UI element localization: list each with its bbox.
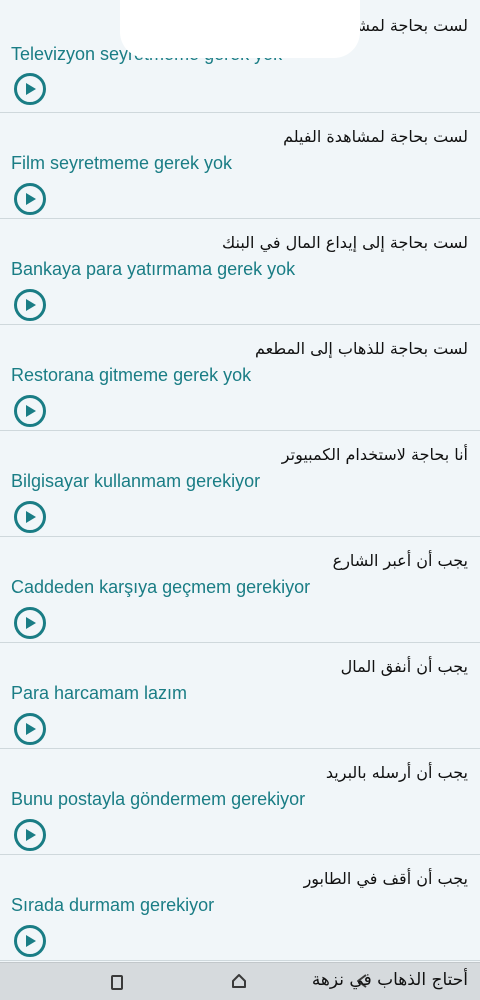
play-icon	[26, 723, 36, 735]
app-screen: لست بحاجة لمشاهدة التلفاز Televizyon sey…	[0, 0, 480, 1000]
play-icon	[26, 935, 36, 947]
play-audio-button[interactable]	[14, 501, 46, 533]
recent-apps-icon[interactable]	[111, 975, 123, 990]
home-icon[interactable]	[231, 973, 247, 989]
phrase-item: أنا بحاجة لاستخدام الكمبيوتر Bilgisayar …	[0, 431, 480, 537]
turkish-phrase: Film seyretmeme gerek yok	[11, 153, 233, 173]
play-icon	[26, 193, 36, 205]
phrase-item: لست بحاجة لمشاهدة الفيلم Film seyretmeme…	[0, 113, 480, 219]
arabic-phrase: يجب أن أنفق المال	[340, 657, 468, 676]
arabic-phrase: لست بحاجة للذهاب إلى المطعم	[255, 339, 468, 358]
phrase-scroll-area[interactable]: لست بحاجة لمشاهدة التلفاز Televizyon sey…	[0, 0, 480, 962]
arabic-phrase: يجب أن أقف في الطابور	[303, 869, 468, 888]
turkish-phrase: Bankaya para yatırmama gerek yok	[11, 259, 296, 279]
arabic-phrase: يجب أن أرسله بالبريد	[325, 763, 468, 782]
play-audio-button[interactable]	[14, 73, 46, 105]
arabic-phrase: أنا بحاجة لاستخدام الكمبيوتر	[281, 445, 468, 464]
current-phrase-title: أحتاج الذهاب في نزهة	[311, 970, 468, 990]
phrase-item: يجب أن أعبر الشارع Caddeden karşıya geçm…	[0, 537, 480, 643]
system-navigation-bar: أحتاج الذهاب في نزهة	[0, 962, 480, 1000]
phrase-item: لست بحاجة إلى إيداع المال في البنك Banka…	[0, 219, 480, 325]
phrase-item: يجب أن أنفق المال Para harcamam lazım	[0, 643, 480, 749]
play-audio-button[interactable]	[14, 607, 46, 639]
turkish-phrase: Bunu postayla göndermem gerekiyor	[11, 789, 306, 809]
play-audio-button[interactable]	[14, 183, 46, 215]
play-audio-button[interactable]	[14, 925, 46, 957]
play-icon	[26, 617, 36, 629]
arabic-phrase: يجب أن أعبر الشارع	[332, 551, 468, 570]
play-audio-button[interactable]	[14, 289, 46, 321]
play-audio-button[interactable]	[14, 713, 46, 745]
phrase-item: لست بحاجة للذهاب إلى المطعم Restorana gi…	[0, 325, 480, 431]
play-icon	[26, 299, 36, 311]
status-bar-cutout	[120, 0, 360, 58]
arabic-phrase: لست بحاجة لمشاهدة الفيلم	[283, 127, 468, 146]
play-audio-button[interactable]	[14, 819, 46, 851]
play-icon	[26, 83, 36, 95]
play-icon	[26, 511, 36, 523]
play-icon	[26, 405, 36, 417]
play-icon	[26, 829, 36, 841]
play-audio-button[interactable]	[14, 395, 46, 427]
phrase-list: لست بحاجة لمشاهدة التلفاز Televizyon sey…	[0, 0, 480, 961]
turkish-phrase: Sırada durmam gerekiyor	[11, 895, 215, 915]
turkish-phrase: Bilgisayar kullanmam gerekiyor	[11, 471, 261, 491]
phrase-item: يجب أن أقف في الطابور Sırada durmam gere…	[0, 855, 480, 961]
turkish-phrase: Caddeden karşıya geçmem gerekiyor	[11, 577, 311, 597]
turkish-phrase: Para harcamam lazım	[11, 683, 188, 703]
turkish-phrase: Restorana gitmeme gerek yok	[11, 365, 252, 385]
arabic-phrase: لست بحاجة إلى إيداع المال في البنك	[222, 233, 468, 252]
phrase-item: يجب أن أرسله بالبريد Bunu postayla gönde…	[0, 749, 480, 855]
